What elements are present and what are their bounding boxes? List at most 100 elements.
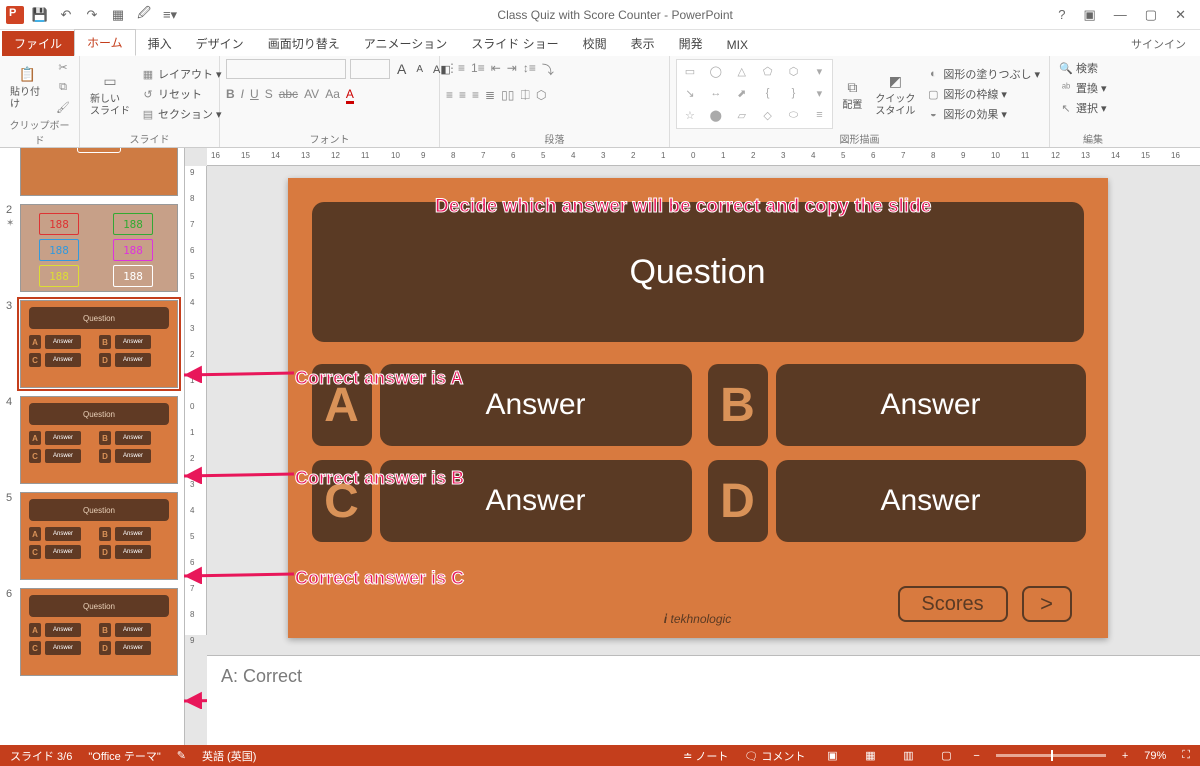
answer-c[interactable]: C Answer [312,460,692,542]
bold-button[interactable]: B [226,87,235,104]
next-button[interactable]: > [1022,586,1072,622]
notes-pane[interactable]: A: Correct [207,655,1200,745]
help-icon[interactable]: ? [1058,7,1065,23]
maximize-icon[interactable]: ▢ [1145,7,1157,23]
ribbon-options-icon[interactable]: ▣ [1084,7,1096,23]
format-painter-button[interactable]: 🖌 [53,99,73,115]
shape-fill-button[interactable]: ◐図形の塗りつぶし ▾ [923,65,1043,83]
status-bar: スライド 3/6 "Office テーマ" ✎ 英語 (英国) ≐ ノート 🗨 … [0,745,1200,766]
view-slideshow-icon[interactable]: ▢ [935,748,957,764]
group-font: A A A◧ B I U S abc AV Aa A フォント [220,56,440,147]
close-icon[interactable]: ✕ [1175,7,1186,23]
slide-canvas[interactable]: Question A Answer B Answer C Answer D An… [288,178,1108,638]
scores-button[interactable]: Scores [898,586,1008,622]
qat-more-icon[interactable]: 🖉 [134,5,154,25]
align-text-button[interactable]: ⎅ [520,88,530,103]
slide-editor[interactable]: 1615141312111098765432101234567891011121… [185,148,1200,745]
answer-b[interactable]: B Answer [708,364,1086,446]
align-left-button[interactable]: ≡ [446,88,453,103]
new-slide-button[interactable]: ▭新しい スライド [86,68,134,120]
shape-effects-button[interactable]: ◒図形の効果 ▾ [923,105,1043,123]
layout-button[interactable]: ▦レイアウト ▾ [138,65,225,83]
underline-button[interactable]: U [250,87,259,104]
grow-font-button[interactable]: A [394,59,409,79]
cut-button[interactable]: ✂ [53,59,73,75]
numbering-button[interactable]: 1≡ [471,61,485,78]
tab-animation[interactable]: アニメーション [352,31,460,56]
comments-toggle[interactable]: 🗨 コメント [744,748,805,764]
shadow-button[interactable]: S [265,87,273,104]
tab-insert[interactable]: 挿入 [136,31,184,56]
tab-view[interactable]: 表示 [619,31,667,56]
text-direction-button[interactable]: ⤵ [542,61,554,78]
align-center-button[interactable]: ≡ [459,88,466,103]
quick-styles-button[interactable]: ◩クイック スタイル [871,68,919,120]
slideshow-icon[interactable]: ▦ [108,5,128,25]
fit-to-window-icon[interactable]: ⛶ [1182,749,1190,762]
font-size-combo[interactable] [350,59,390,79]
zoom-in-button[interactable]: + [1122,750,1128,762]
zoom-slider[interactable] [996,754,1106,757]
undo-icon[interactable]: ↶ [56,5,76,25]
status-spellcheck-icon[interactable]: ✎ [177,749,186,762]
tab-slideshow[interactable]: スライド ショー [459,31,570,56]
case-button[interactable]: Aa [325,87,340,104]
bullets-button[interactable]: ⋮≡ [446,61,465,78]
tab-mix[interactable]: MIX [715,34,760,56]
signin-link[interactable]: サインイン [1117,32,1200,56]
thumb-number: 2 [6,204,12,216]
question-box[interactable]: Question [312,202,1084,342]
view-normal-icon[interactable]: ▣ [821,748,843,764]
copy-button[interactable]: ⧉ [53,79,73,95]
font-color-button[interactable]: A [346,87,354,104]
replace-button[interactable]: ᵃᵇ置換 ▾ [1056,79,1110,97]
section-button[interactable]: ▤セクション ▾ [138,105,225,123]
spacing-button[interactable]: AV [304,87,319,104]
shrink-font-button[interactable]: A [413,59,426,79]
tab-transition[interactable]: 画面切り替え [256,31,352,56]
thumbnail-slide-5[interactable]: 5 Question AAnswer BAnswer CAnswer DAnsw… [20,492,178,580]
thumbnail-slide-6[interactable]: 6 Question AAnswer BAnswer CAnswer DAnsw… [20,588,178,676]
tab-file[interactable]: ファイル [2,31,74,56]
align-right-button[interactable]: ≡ [472,88,479,103]
tab-design[interactable]: デザイン [184,31,256,56]
shape-outline-button[interactable]: ▢図形の枠線 ▾ [923,85,1043,103]
status-language[interactable]: 英語 (英国) [202,748,256,764]
shapes-gallery[interactable]: ▭◯△⬠⬡▾ ↘↔⬈{}▾ ☆⬤▱◇⬭≡ [676,59,833,129]
line-spacing-button[interactable]: ↕≡ [523,61,536,78]
view-reading-icon[interactable]: ▥ [897,748,919,764]
zoom-level[interactable]: 79% [1144,750,1166,762]
save-icon[interactable]: 💾 [30,5,50,25]
find-button[interactable]: 🔍検索 [1056,59,1101,77]
window-title: Class Quiz with Score Counter - PowerPoi… [186,8,1044,22]
italic-button[interactable]: I [241,87,244,104]
qat-dropdown-icon[interactable]: ≡▾ [160,5,180,25]
smartart-button[interactable]: ⬡ [536,88,546,103]
arrange-button[interactable]: ⧉配置 [837,74,867,114]
thumbnail-slide-1[interactable]: 1 Class Quiz START [20,148,178,196]
indent-dec-button[interactable]: ⇤ [491,61,501,78]
tab-review[interactable]: 校閲 [571,31,619,56]
minimize-icon[interactable]: — [1114,7,1127,23]
answer-d[interactable]: D Answer [708,460,1086,542]
indent-inc-button[interactable]: ⇥ [507,61,517,78]
paste-button[interactable]: 📋貼り付け [6,61,49,113]
font-name-combo[interactable] [226,59,346,79]
tab-home[interactable]: ホーム [74,29,136,56]
thumbnail-slide-2[interactable]: 2 ✶ 188 188 188 188 188 188 [20,204,178,292]
thumbnail-slide-4[interactable]: 4 Question AAnswer BAnswer CAnswer DAnsw… [20,396,178,484]
zoom-out-button[interactable]: − [973,750,979,762]
redo-icon[interactable]: ↷ [82,5,102,25]
justify-button[interactable]: ≣ [485,88,495,103]
reset-button[interactable]: ↺リセット [138,85,225,103]
slide-thumbnails-pane[interactable]: 1 Class Quiz START 2 ✶ 188 188 188 188 1… [0,148,185,745]
brush-icon: 🖌 [56,100,70,114]
tab-developer[interactable]: 開発 [667,31,715,56]
strike-button[interactable]: abc [279,87,298,104]
thumbnail-slide-3[interactable]: 3 Question AAnswer BAnswer CAnswer DAnsw… [20,300,178,388]
answer-a[interactable]: A Answer [312,364,692,446]
columns-button[interactable]: ▯▯ [501,88,514,103]
notes-toggle[interactable]: ≐ ノート [683,748,728,764]
select-button[interactable]: ↖選択 ▾ [1056,99,1110,117]
view-sorter-icon[interactable]: ▦ [859,748,881,764]
